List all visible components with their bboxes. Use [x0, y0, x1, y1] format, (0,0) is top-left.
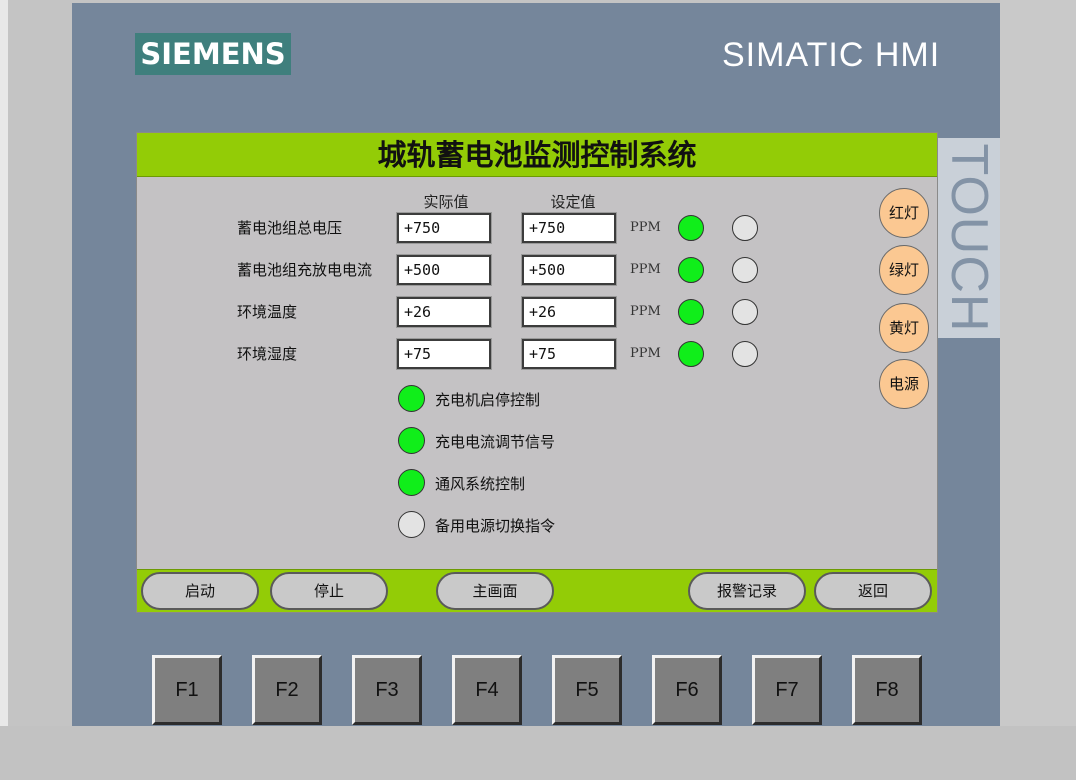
product-title: SIMATIC HMI — [722, 36, 941, 74]
alarm-log-button[interactable]: 报警记录 — [688, 572, 806, 610]
back-button[interactable]: 返回 — [814, 572, 932, 610]
function-key-f2[interactable]: F2 — [252, 655, 322, 725]
nav-bar: 启动 停止 主画面 报警记录 返回 — [137, 569, 937, 612]
unit-label: PPM — [630, 304, 661, 319]
setpoint-input-total-voltage[interactable]: +750 — [521, 212, 617, 244]
unit-label: PPM — [630, 262, 661, 277]
left-edge-strip — [0, 0, 8, 780]
row-label-charge-current: 蓄电池组充放电电流 — [237, 261, 373, 279]
row-label-ambient-humidity: 环境湿度 — [237, 345, 298, 363]
actual-value-charge-current[interactable]: +500 — [396, 254, 492, 286]
function-key-f3[interactable]: F3 — [352, 655, 422, 725]
main-screen-button[interactable]: 主画面 — [436, 572, 554, 610]
row-label-total-voltage: 蓄电池组总电压 — [237, 219, 343, 237]
setpoint-input-ambient-temperature[interactable]: +26 — [521, 296, 617, 328]
indicator-charger-control — [398, 385, 425, 412]
title-bar: 城轨蓄电池监测控制系统 — [137, 133, 937, 177]
function-key-f8[interactable]: F8 — [852, 655, 922, 725]
label-backup-power-switch: 备用电源切换指令 — [435, 517, 556, 535]
bottom-edge-strip — [0, 726, 1076, 780]
stop-button[interactable]: 停止 — [270, 572, 388, 610]
label-ventilation-control: 通风系统控制 — [435, 475, 526, 493]
status-lamp-green — [678, 215, 704, 241]
setpoint-input-ambient-humidity[interactable]: +75 — [521, 338, 617, 370]
function-key-f5[interactable]: F5 — [552, 655, 622, 725]
actual-value-ambient-humidity[interactable]: +75 — [396, 338, 492, 370]
actual-value-total-voltage[interactable]: +750 — [396, 212, 492, 244]
yellow-light-button[interactable]: 黄灯 — [879, 303, 929, 353]
actual-value-ambient-temperature[interactable]: +26 — [396, 296, 492, 328]
touch-label: TOUCH — [938, 138, 1000, 338]
status-lamp-green — [678, 299, 704, 325]
function-key-f6[interactable]: F6 — [652, 655, 722, 725]
power-button[interactable]: 电源 — [879, 359, 929, 409]
status-lamp-grey — [732, 215, 758, 241]
page-title: 城轨蓄电池监测控制系统 — [377, 138, 697, 172]
indicator-backup-power-switch — [398, 511, 425, 538]
unit-label: PPM — [630, 346, 661, 361]
status-lamp-green — [678, 341, 704, 367]
status-lamp-green — [678, 257, 704, 283]
status-lamp-grey — [732, 257, 758, 283]
setpoint-header: 设定值 — [550, 193, 596, 211]
red-light-button[interactable]: 红灯 — [879, 188, 929, 238]
indicator-current-regulation — [398, 427, 425, 454]
unit-label: PPM — [630, 220, 661, 235]
function-key-f7[interactable]: F7 — [752, 655, 822, 725]
label-charger-control: 充电机启停控制 — [435, 391, 541, 409]
indicator-ventilation-control — [398, 469, 425, 496]
label-current-regulation: 充电电流调节信号 — [435, 433, 556, 451]
actual-value-header: 实际值 — [423, 193, 469, 211]
right-edge-strip — [1000, 0, 1076, 780]
hmi-screen: 城轨蓄电池监测控制系统 实际值 设定值 蓄电池组总电压 +750 +750 PP… — [136, 132, 938, 613]
status-lamp-grey — [732, 341, 758, 367]
green-light-button[interactable]: 绿灯 — [879, 245, 929, 295]
setpoint-input-charge-current[interactable]: +500 — [521, 254, 617, 286]
function-key-f1[interactable]: F1 — [152, 655, 222, 725]
row-label-ambient-temperature: 环境温度 — [237, 303, 298, 321]
start-button[interactable]: 启动 — [141, 572, 259, 610]
touch-text: TOUCH — [940, 143, 998, 333]
function-key-f4[interactable]: F4 — [452, 655, 522, 725]
siemens-logo: SIEMENS — [135, 33, 291, 75]
status-lamp-grey — [732, 299, 758, 325]
